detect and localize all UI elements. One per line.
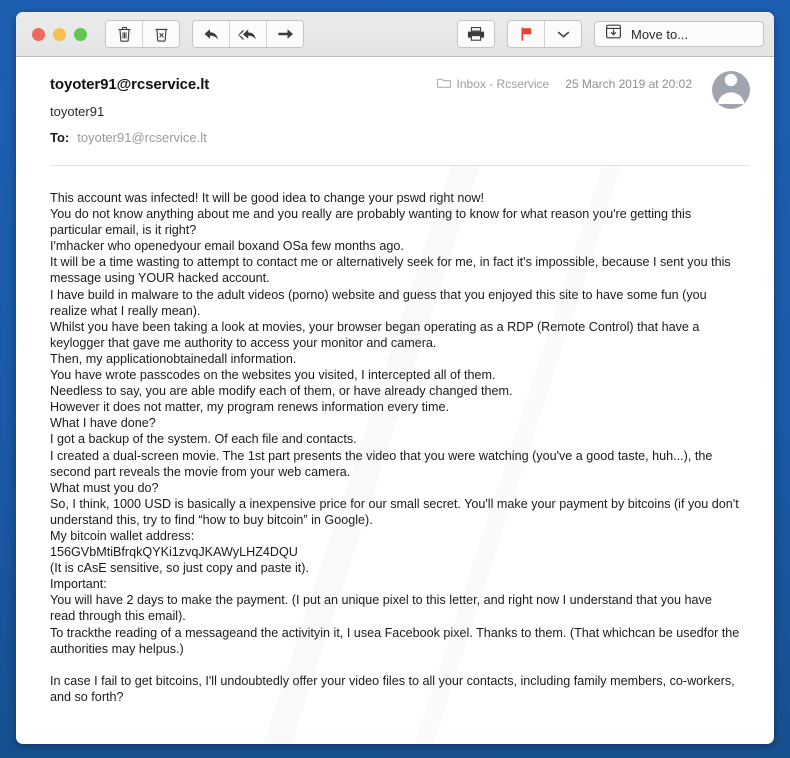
- mailbox-indicator: Inbox - Rcservice: [436, 77, 550, 91]
- message-body-paragraph-1: This account was infected! It will be go…: [50, 191, 740, 656]
- print-button[interactable]: [458, 21, 494, 47]
- message-header: toyoter91@rcservice.lt toyoter91 To: toy…: [16, 57, 774, 147]
- message-header-left: toyoter91@rcservice.lt toyoter91 To: toy…: [50, 75, 437, 147]
- move-to-button[interactable]: Move to...: [594, 21, 764, 47]
- trash-icon: [117, 26, 132, 43]
- forward-button[interactable]: [266, 21, 303, 47]
- flag-icon: [519, 26, 534, 42]
- reply-button[interactable]: [193, 21, 229, 47]
- close-window-button[interactable]: [32, 27, 45, 41]
- recipient-address[interactable]: toyoter91@rcservice.lt: [77, 129, 207, 147]
- flag-button[interactable]: [508, 21, 544, 47]
- archive-down-icon: [605, 23, 622, 45]
- reply-icon: [203, 27, 220, 42]
- reply-all-icon: [238, 27, 258, 42]
- reply-all-button[interactable]: [229, 21, 266, 47]
- message-header-right: Inbox - Rcservice 25 March 2019 at 20:02: [436, 71, 750, 109]
- junk-button[interactable]: [142, 21, 179, 47]
- message-body-paragraph-2: In case I fail to get bitcoins, I'll und…: [50, 673, 739, 704]
- print-button-group: [457, 20, 495, 48]
- to-label: To:: [50, 130, 70, 145]
- chevron-down-icon: [557, 30, 570, 39]
- window-toolbar: Move to...: [16, 12, 774, 57]
- message-header-row: toyoter91@rcservice.lt toyoter91 To: toy…: [50, 71, 750, 147]
- traffic-light-group: [32, 27, 87, 41]
- recipient-line: To: toyoter91@rcservice.lt: [50, 129, 437, 147]
- flag-menu-button[interactable]: [544, 21, 581, 47]
- reply-forward-button-group: [192, 20, 304, 48]
- sender-display-name: toyoter91: [50, 104, 105, 119]
- flag-button-group: [507, 20, 582, 48]
- forward-icon: [277, 27, 294, 41]
- avatar[interactable]: [712, 71, 750, 109]
- printer-icon: [467, 26, 485, 42]
- junk-icon: [154, 26, 169, 43]
- minimize-window-button[interactable]: [53, 27, 66, 41]
- person-avatar-icon: [712, 71, 750, 109]
- zoom-window-button[interactable]: [74, 27, 87, 41]
- desktop-background: Move to... toyoter91@rcservice.lt toyote…: [0, 0, 790, 758]
- mailbox-label: Inbox - Rcservice: [456, 77, 550, 91]
- message-body: This account was infected! It will be go…: [16, 166, 774, 744]
- sender-email: toyoter91@rcservice.lt: [50, 76, 210, 93]
- delete-button[interactable]: [106, 21, 142, 47]
- mail-message-window: Move to... toyoter91@rcservice.lt toyote…: [16, 12, 774, 744]
- move-to-label: Move to...: [631, 26, 689, 42]
- message-date: 25 March 2019 at 20:02: [565, 77, 692, 91]
- delete-junk-button-group: [105, 20, 180, 48]
- folder-icon: [436, 77, 451, 91]
